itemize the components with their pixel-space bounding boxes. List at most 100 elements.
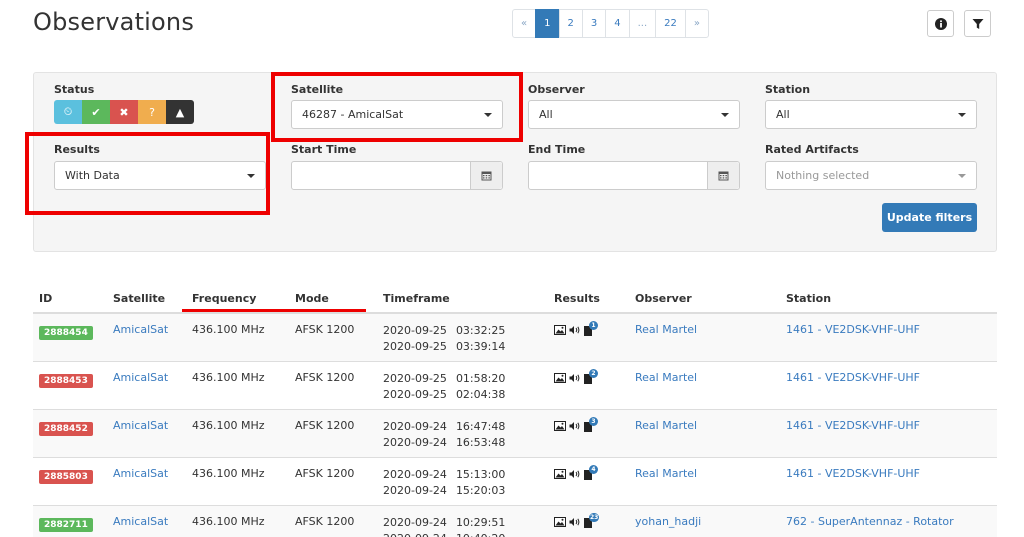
- pagination-next[interactable]: »: [684, 9, 710, 38]
- pagination-page-4[interactable]: 4: [605, 9, 630, 38]
- caret-down-icon: [958, 174, 966, 178]
- table-row[interactable]: 2882711 AmicalSat 436.100 MHz AFSK 1200 2020…: [33, 504, 997, 537]
- station-label: Station: [765, 83, 811, 96]
- update-filters-button[interactable]: Update filters: [882, 203, 977, 232]
- calendar-icon: [481, 171, 492, 181]
- observation-id-badge[interactable]: 2882711: [39, 517, 93, 532]
- audio-volume-icon: [569, 373, 580, 382]
- start-time-calendar-button[interactable]: [470, 162, 502, 189]
- table-row[interactable]: 2885803 AmicalSat 436.100 MHz AFSK 1200 2020…: [33, 456, 997, 505]
- observation-id-badge[interactable]: 2888452: [39, 421, 93, 436]
- table-row[interactable]: 2888453 AmicalSat 436.100 MHz AFSK 1200 2020…: [33, 360, 997, 409]
- status-clock-button[interactable]: ⏲: [54, 100, 82, 124]
- data-file-indicator: 4: [584, 464, 599, 480]
- rated-artifacts-select[interactable]: Nothing selected: [765, 161, 977, 190]
- pagination-page-3[interactable]: 3: [581, 9, 607, 38]
- data-count-badge: 23: [589, 512, 600, 522]
- rated-artifacts-label: Rated Artifacts: [765, 143, 859, 156]
- station-link[interactable]: 1461 - VE2DSK-VHF-UHF: [786, 323, 920, 336]
- start-date: 2020-09-24: [383, 467, 447, 481]
- table-row[interactable]: 2888454 AmicalSat 436.100 MHz AFSK 1200 2020…: [33, 312, 997, 361]
- satellite-select[interactable]: 46287 - AmicalSat: [291, 100, 503, 129]
- column-header-timeframe[interactable]: Timeframe: [377, 285, 548, 314]
- observer-select[interactable]: All: [528, 100, 740, 129]
- status-check-button[interactable]: ✔: [82, 100, 110, 124]
- pagination-page-22[interactable]: 22: [655, 9, 686, 38]
- start-date: 2020-09-25: [383, 371, 447, 385]
- caret-down-icon: [958, 113, 966, 117]
- observation-id-badge[interactable]: 2888453: [39, 373, 93, 388]
- column-header-results[interactable]: Results: [548, 285, 629, 314]
- satellite-link[interactable]: AmicalSat: [113, 467, 168, 480]
- frequency-cell: 436.100 MHz: [186, 456, 289, 505]
- observation-id-badge[interactable]: 2885803: [39, 469, 93, 484]
- pagination-prev[interactable]: «: [512, 9, 537, 38]
- results-select[interactable]: With Data: [54, 161, 266, 190]
- end-date: 2020-09-24: [383, 532, 447, 537]
- mode-cell: AFSK 1200: [289, 456, 377, 505]
- pagination-page-1[interactable]: 1: [535, 9, 560, 38]
- timeframe-start: 2020-09-24 16:47:48: [383, 419, 542, 435]
- clock-icon: ⏲: [63, 105, 73, 118]
- frequency-cell: 436.100 MHz: [186, 360, 289, 409]
- pagination-page-2[interactable]: 2: [558, 9, 583, 38]
- start-date: 2020-09-24: [383, 419, 447, 433]
- observer-link[interactable]: Real Martel: [635, 467, 697, 480]
- column-header-id[interactable]: ID: [33, 285, 107, 314]
- observer-link[interactable]: Real Martel: [635, 323, 697, 336]
- observer-link[interactable]: Real Martel: [635, 371, 697, 384]
- data-file-indicator: 23: [584, 512, 600, 528]
- timeframe-start: 2020-09-24 10:29:51: [383, 515, 542, 531]
- satellite-link[interactable]: AmicalSat: [113, 515, 168, 528]
- info-button[interactable]: [927, 10, 954, 37]
- observer-link[interactable]: yohan_hadji: [635, 515, 701, 528]
- id-cell: 2888454: [33, 312, 107, 361]
- satellite-link[interactable]: AmicalSat: [113, 323, 168, 336]
- times-icon: ✖: [119, 105, 129, 119]
- audio-volume-icon: [569, 469, 580, 478]
- status-question-button[interactable]: ?: [138, 100, 166, 124]
- station-cell: 1461 - VE2DSK-VHF-UHF: [780, 360, 997, 409]
- observer-link[interactable]: Real Martel: [635, 419, 697, 432]
- id-cell: 2882711: [33, 504, 107, 537]
- column-header-station[interactable]: Station: [780, 285, 997, 314]
- column-header-satellite[interactable]: Satellite: [107, 285, 186, 314]
- station-select-value: All: [776, 108, 790, 121]
- satellite-link[interactable]: AmicalSat: [113, 419, 168, 432]
- column-header-mode[interactable]: Mode: [289, 285, 377, 314]
- start-time: 03:32:25: [455, 324, 506, 337]
- end-time-calendar-button[interactable]: [707, 162, 739, 189]
- frequency-cell: 436.100 MHz: [186, 312, 289, 361]
- start-date: 2020-09-25: [383, 324, 447, 337]
- station-link[interactable]: 1461 - VE2DSK-VHF-UHF: [786, 419, 920, 432]
- station-link[interactable]: 1461 - VE2DSK-VHF-UHF: [786, 467, 920, 480]
- status-warning-button[interactable]: ▲: [166, 100, 194, 124]
- column-header-observer[interactable]: Observer: [629, 285, 780, 314]
- satellite-select-value: 46287 - AmicalSat: [302, 108, 404, 121]
- observation-id-badge[interactable]: 2888454: [39, 326, 93, 340]
- id-cell: 2885803: [33, 456, 107, 505]
- column-header-frequency[interactable]: Frequency: [186, 285, 289, 314]
- table-header-row: ID Satellite Frequency Mode Timeframe Results…: [33, 285, 997, 314]
- station-link[interactable]: 762 - SuperAntennaz - Rotator: [786, 515, 954, 528]
- results-cell: 1: [548, 312, 629, 361]
- observer-cell: Real Martel: [629, 360, 780, 409]
- station-link[interactable]: 1461 - VE2DSK-VHF-UHF: [786, 371, 920, 384]
- id-cell: 2888452: [33, 408, 107, 457]
- start-time-input[interactable]: [291, 161, 503, 190]
- end-time-input[interactable]: [528, 161, 740, 190]
- waterfall-image-icon: [554, 420, 566, 431]
- table-row[interactable]: 2888452 AmicalSat 436.100 MHz AFSK 1200 2020…: [33, 408, 997, 457]
- timeframe-end: 2020-09-24 16:53:48: [383, 435, 542, 451]
- mode-cell: AFSK 1200: [289, 360, 377, 409]
- timeframe-start: 2020-09-25 03:32:25: [383, 323, 542, 339]
- satellite-label: Satellite: [291, 83, 344, 96]
- station-select[interactable]: All: [765, 100, 977, 129]
- status-times-button[interactable]: ✖: [110, 100, 138, 124]
- filter-toggle-button[interactable]: [964, 10, 991, 37]
- satellite-link[interactable]: AmicalSat: [113, 371, 168, 384]
- results-cell: 2: [548, 360, 629, 409]
- timeframe-start: 2020-09-25 01:58:20: [383, 371, 542, 387]
- check-icon: ✔: [91, 105, 101, 119]
- observer-cell: Real Martel: [629, 408, 780, 457]
